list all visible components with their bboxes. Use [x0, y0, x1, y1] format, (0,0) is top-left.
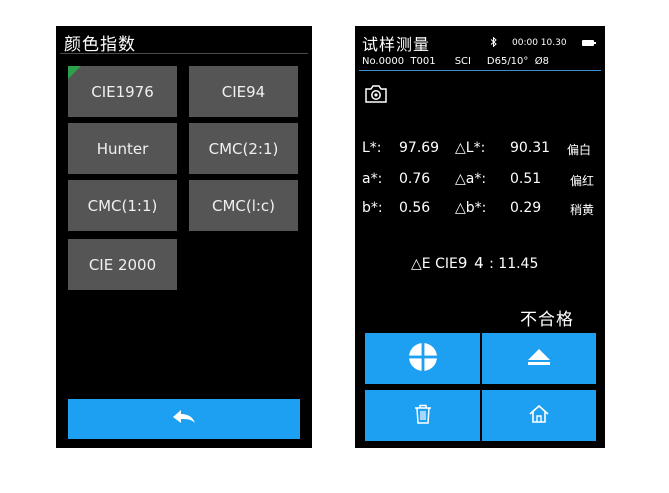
l-value: 97.69 [399, 140, 440, 156]
eject-icon [526, 347, 552, 371]
b-value: 0.56 [399, 200, 431, 216]
home-icon [528, 404, 550, 428]
delta-e-formula: △E CIE [411, 256, 458, 272]
option-cmc-1-1[interactable]: CMC(1:1) [68, 180, 177, 231]
delta-e-formula-suffix: 9 4 [457, 254, 485, 272]
delete-button[interactable] [365, 390, 480, 441]
trash-icon [414, 404, 432, 428]
option-cmc-2-1[interactable]: CMC(2:1) [189, 123, 298, 174]
home-button[interactable] [482, 390, 596, 441]
option-cie1976[interactable]: CIE1976 [68, 66, 177, 117]
eject-button[interactable] [482, 333, 596, 384]
b-label: b*: [362, 200, 383, 216]
measurement-info: No.0000 T001 SCI D65/10° Ø8 [362, 56, 549, 67]
l-note: 偏白 [567, 143, 592, 157]
clock-time: 00:00 10.30 [512, 38, 567, 48]
mode-label: SCI [454, 56, 471, 67]
crosshair-icon [407, 341, 439, 377]
bluetooth-icon [490, 36, 497, 50]
battery-icon [582, 40, 596, 46]
sample-measurement-screen: 试样测量 00:00 10.30 No.0000 T001 SCI D65/10… [355, 26, 605, 448]
header-divider [359, 70, 601, 71]
illuminant-label: D65/10° [486, 56, 529, 67]
sample-number: No.0000 [362, 56, 405, 67]
l-label: L*: [362, 140, 382, 156]
return-arrow-icon [171, 409, 197, 429]
delta-l-value: 90.31 [510, 140, 551, 156]
option-hunter[interactable]: Hunter [68, 123, 177, 174]
option-cie2000[interactable]: CIE 2000 [68, 239, 177, 290]
delta-e-value: : 11.45 [489, 256, 539, 272]
delta-b-label: △b*: [455, 200, 487, 216]
target-id: T001 [410, 56, 436, 67]
page-title: 试样测量 [362, 35, 431, 54]
delta-e-result: △E CIE9 4 : 11.45 [411, 254, 538, 272]
a-label: a*: [362, 171, 383, 187]
delta-a-value: 0.51 [510, 171, 542, 187]
pass-fail-status: 不合格 [520, 310, 574, 330]
page-title: 颜色指数 [64, 35, 136, 55]
title-divider [60, 53, 308, 54]
a-note: 偏红 [570, 174, 595, 188]
camera-icon[interactable] [364, 84, 388, 108]
b-note: 稍黄 [570, 203, 595, 217]
option-cie94[interactable]: CIE94 [189, 66, 298, 117]
option-cmc-l-c[interactable]: CMC(l:c) [189, 180, 298, 231]
aperture-label: Ø8 [534, 56, 550, 67]
delta-b-value: 0.29 [510, 200, 542, 216]
delta-a-label: △a*: [455, 171, 487, 187]
return-button[interactable] [68, 399, 300, 439]
measure-button[interactable] [365, 333, 480, 384]
color-index-screen: 颜色指数 CIE1976 CIE94 Hunter CMC(2:1) CMC(1… [56, 26, 312, 448]
status-header: 试样测量 00:00 10.30 [355, 26, 605, 60]
delta-l-label: △L*: [455, 140, 486, 156]
a-value: 0.76 [399, 171, 431, 187]
